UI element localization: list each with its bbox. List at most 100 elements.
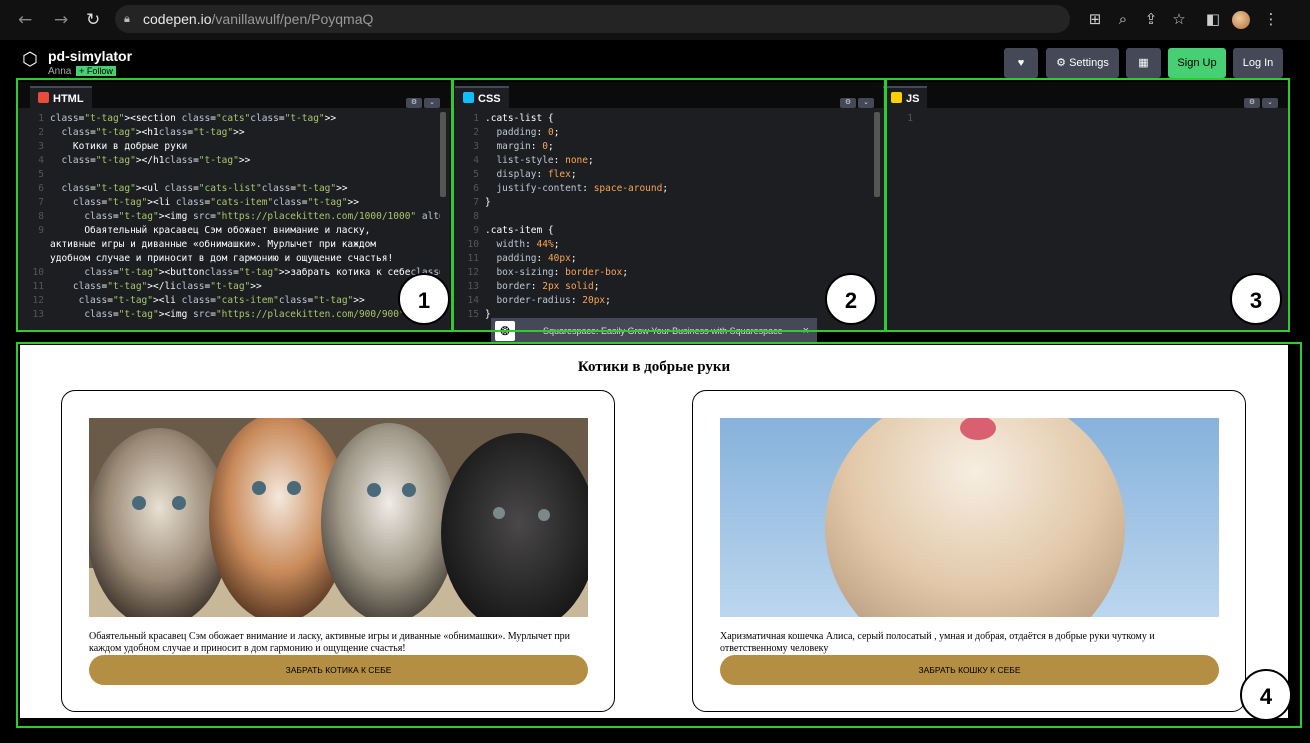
sidepanel-icon[interactable]: ◧ xyxy=(1203,9,1223,29)
back-icon[interactable]: ← xyxy=(18,10,32,30)
code-line[interactable]: 13 border: 2px solid; xyxy=(453,280,874,294)
code-text: list-style: none; xyxy=(496,155,594,166)
signup-button[interactable]: Sign Up xyxy=(1168,48,1226,78)
code-line[interactable]: 10 width: 44%; xyxy=(453,238,874,252)
js-code[interactable]: 1 xyxy=(887,112,1278,330)
code-line[interactable]: 5 xyxy=(18,168,440,182)
lock-icon: 🔒︎ xyxy=(124,13,130,25)
menu-kebab-icon[interactable]: ⋮ xyxy=(1261,9,1281,29)
line-number: 7 xyxy=(473,197,479,208)
code-line[interactable]: 12 box-sizing: border-box; xyxy=(453,266,874,280)
zoom-icon[interactable]: ⌕ xyxy=(1113,9,1133,29)
gear-icon: ⚙ xyxy=(1056,57,1070,69)
code-line[interactable]: удобном случае и приносит в дом гармонию… xyxy=(18,252,440,266)
translate-icon[interactable]: ⊞ xyxy=(1085,9,1105,29)
adopt-cat-button[interactable]: ЗАБРАТЬ КОТИКА К СЕБЕ xyxy=(89,655,588,685)
annotation-number-4: 4 xyxy=(1240,669,1292,721)
author-name[interactable]: Anna xyxy=(48,66,71,77)
code-line[interactable]: 3 margin: 0; xyxy=(453,140,874,154)
cat-description: Обаятельный красавец Сэм обожает внимани… xyxy=(89,631,571,654)
line-number: 4 xyxy=(38,155,44,166)
tab-css[interactable]: CSS xyxy=(455,86,509,108)
html-editor[interactable]: HTML ⚙ ⌄ 1 class="t-tag"><section class="c… xyxy=(18,82,450,330)
heart-button[interactable]: ♥ xyxy=(1004,48,1038,78)
layout-button[interactable]: ▦ xyxy=(1126,48,1161,78)
line-number: 13 xyxy=(32,309,44,320)
login-button[interactable]: Log In xyxy=(1233,48,1283,78)
preview-title: Котики в добрые руки xyxy=(577,359,731,375)
close-icon[interactable]: × xyxy=(803,318,809,344)
code-text: margin: 0; xyxy=(496,141,554,152)
code-line[interactable]: 11 class="t-tag"></liclass="t-tag">> xyxy=(18,280,440,294)
code-text: class="t-tag"><h1class="t-tag">> xyxy=(61,127,245,138)
code-line[interactable]: 6 justify-content: space-around; xyxy=(453,182,874,196)
squarespace-ad[interactable]: ❂ Squarespace: Easily Grow Your Business… xyxy=(491,318,817,344)
code-line[interactable]: 2 padding: 0; xyxy=(453,126,874,140)
chevron-down-icon[interactable]: ⌄ xyxy=(424,98,440,108)
address-bar[interactable]: 🔒︎ codepen.io/vanillawulf/pen/PoyqmaQ xyxy=(115,5,1070,33)
settings-button[interactable]: ⚙ Settings xyxy=(1046,48,1119,78)
code-line[interactable]: 4 class="t-tag"></h1class="t-tag">> xyxy=(18,154,440,168)
adopt-cat-button[interactable]: ЗАБРАТЬ КОШКУ К СЕБЕ xyxy=(720,655,1219,685)
code-line[interactable]: 9 .cats-item { xyxy=(453,224,874,238)
line-number: 1 xyxy=(907,113,913,124)
line-number: 4 xyxy=(473,155,479,166)
code-line[interactable]: 4 list-style: none; xyxy=(453,154,874,168)
profile-avatar[interactable] xyxy=(1232,11,1250,29)
kitten-photo xyxy=(720,418,1219,617)
html-editor-controls[interactable]: ⚙ ⌄ xyxy=(404,91,440,108)
code-line[interactable]: 12 class="t-tag"><li class="cats-item"cl… xyxy=(18,294,440,308)
chevron-down-icon[interactable]: ⌄ xyxy=(858,98,874,108)
js-editor-tabbar: JS ⚙ ⌄ xyxy=(883,82,1288,108)
scrollbar[interactable] xyxy=(440,112,446,197)
scrollbar[interactable] xyxy=(874,112,880,197)
tab-html[interactable]: HTML xyxy=(30,86,92,108)
codepen-logo-icon[interactable]: ⬡ xyxy=(22,50,42,70)
js-editor[interactable]: JS ⚙ ⌄ 1 xyxy=(883,82,1288,330)
chevron-down-icon[interactable]: ⌄ xyxy=(1262,98,1278,108)
url-host: codepen.io xyxy=(143,11,212,27)
code-line[interactable]: 1 class="t-tag"><section class="cats"clas… xyxy=(18,112,440,126)
css-editor-controls[interactable]: ⚙ ⌄ xyxy=(838,91,874,108)
code-text: class="t-tag"><section class="cats"class… xyxy=(50,113,337,124)
css-code[interactable]: 1 .cats-list {2 padding: 0; 3 margin: 0; 4 … xyxy=(453,112,874,330)
line-number: 9 xyxy=(38,225,44,236)
gear-icon[interactable]: ⚙ xyxy=(1244,98,1260,108)
code-text: class="t-tag"></liclass="t-tag">> xyxy=(72,281,262,292)
forward-icon[interactable]: → xyxy=(54,10,68,30)
star-icon[interactable]: ☆ xyxy=(1169,9,1189,29)
code-line[interactable]: 9 Обаятельный красавец Сэм обожает внима… xyxy=(18,224,440,238)
squarespace-logo-icon: ❂ xyxy=(495,321,515,341)
code-line[interactable]: 6 class="t-tag"><ul class="cats-list"cla… xyxy=(18,182,440,196)
code-line[interactable]: 11 padding: 40px; xyxy=(453,252,874,266)
code-line[interactable]: 1 xyxy=(887,112,1278,126)
code-line[interactable]: 10 class="t-tag"><buttonclass="t-tag">>з… xyxy=(18,266,440,280)
gear-icon[interactable]: ⚙ xyxy=(406,98,422,108)
code-text: .cats-item { xyxy=(485,225,554,236)
gear-icon[interactable]: ⚙ xyxy=(840,98,856,108)
code-line[interactable]: 13 class="t-tag"><img src="https://place… xyxy=(18,308,440,322)
reload-icon[interactable]: ↻ xyxy=(86,10,100,30)
code-line[interactable]: 1 .cats-list { xyxy=(453,112,874,126)
code-line[interactable]: 3 Котики в добрые руки xyxy=(18,140,440,154)
follow-button[interactable]: + Follow xyxy=(76,66,116,76)
ad-text[interactable]: Squarespace: Easily Grow Your Business w… xyxy=(543,318,783,344)
line-number: 6 xyxy=(38,183,44,194)
tab-js[interactable]: JS xyxy=(883,86,928,108)
code-line[interactable]: 5 display: flex; xyxy=(453,168,874,182)
code-line[interactable]: 2 class="t-tag"><h1class="t-tag">> xyxy=(18,126,440,140)
share-icon[interactable]: ⇪ xyxy=(1141,9,1161,29)
line-number: 7 xyxy=(38,197,44,208)
pen-title[interactable]: pd-simylator xyxy=(48,48,132,64)
result-preview: Котики в добрые руки Обаятельный красаве… xyxy=(20,345,1288,718)
code-line[interactable]: 8 class="t-tag"><img src="https://placek… xyxy=(18,210,440,224)
html-code[interactable]: 1 class="t-tag"><section class="cats"clas… xyxy=(18,112,440,330)
code-line[interactable]: 7 class="t-tag"><li class="cats-item"cla… xyxy=(18,196,440,210)
js-editor-controls[interactable]: ⚙ ⌄ xyxy=(1242,91,1278,108)
code-line[interactable]: 14 border-radius: 20px; xyxy=(453,294,874,308)
browser-toolbar: ← → ↻ 🔒︎ codepen.io/vanillawulf/pen/Poyq… xyxy=(0,0,1310,40)
css-editor[interactable]: CSS ⚙ ⌄ 1 .cats-list {2 padding: 0; 3 margi… xyxy=(453,82,884,330)
code-line[interactable]: активные игры и диванные «обнимашки». Му… xyxy=(18,238,440,252)
code-line[interactable]: 8 xyxy=(453,210,874,224)
code-line[interactable]: 7} xyxy=(453,196,874,210)
